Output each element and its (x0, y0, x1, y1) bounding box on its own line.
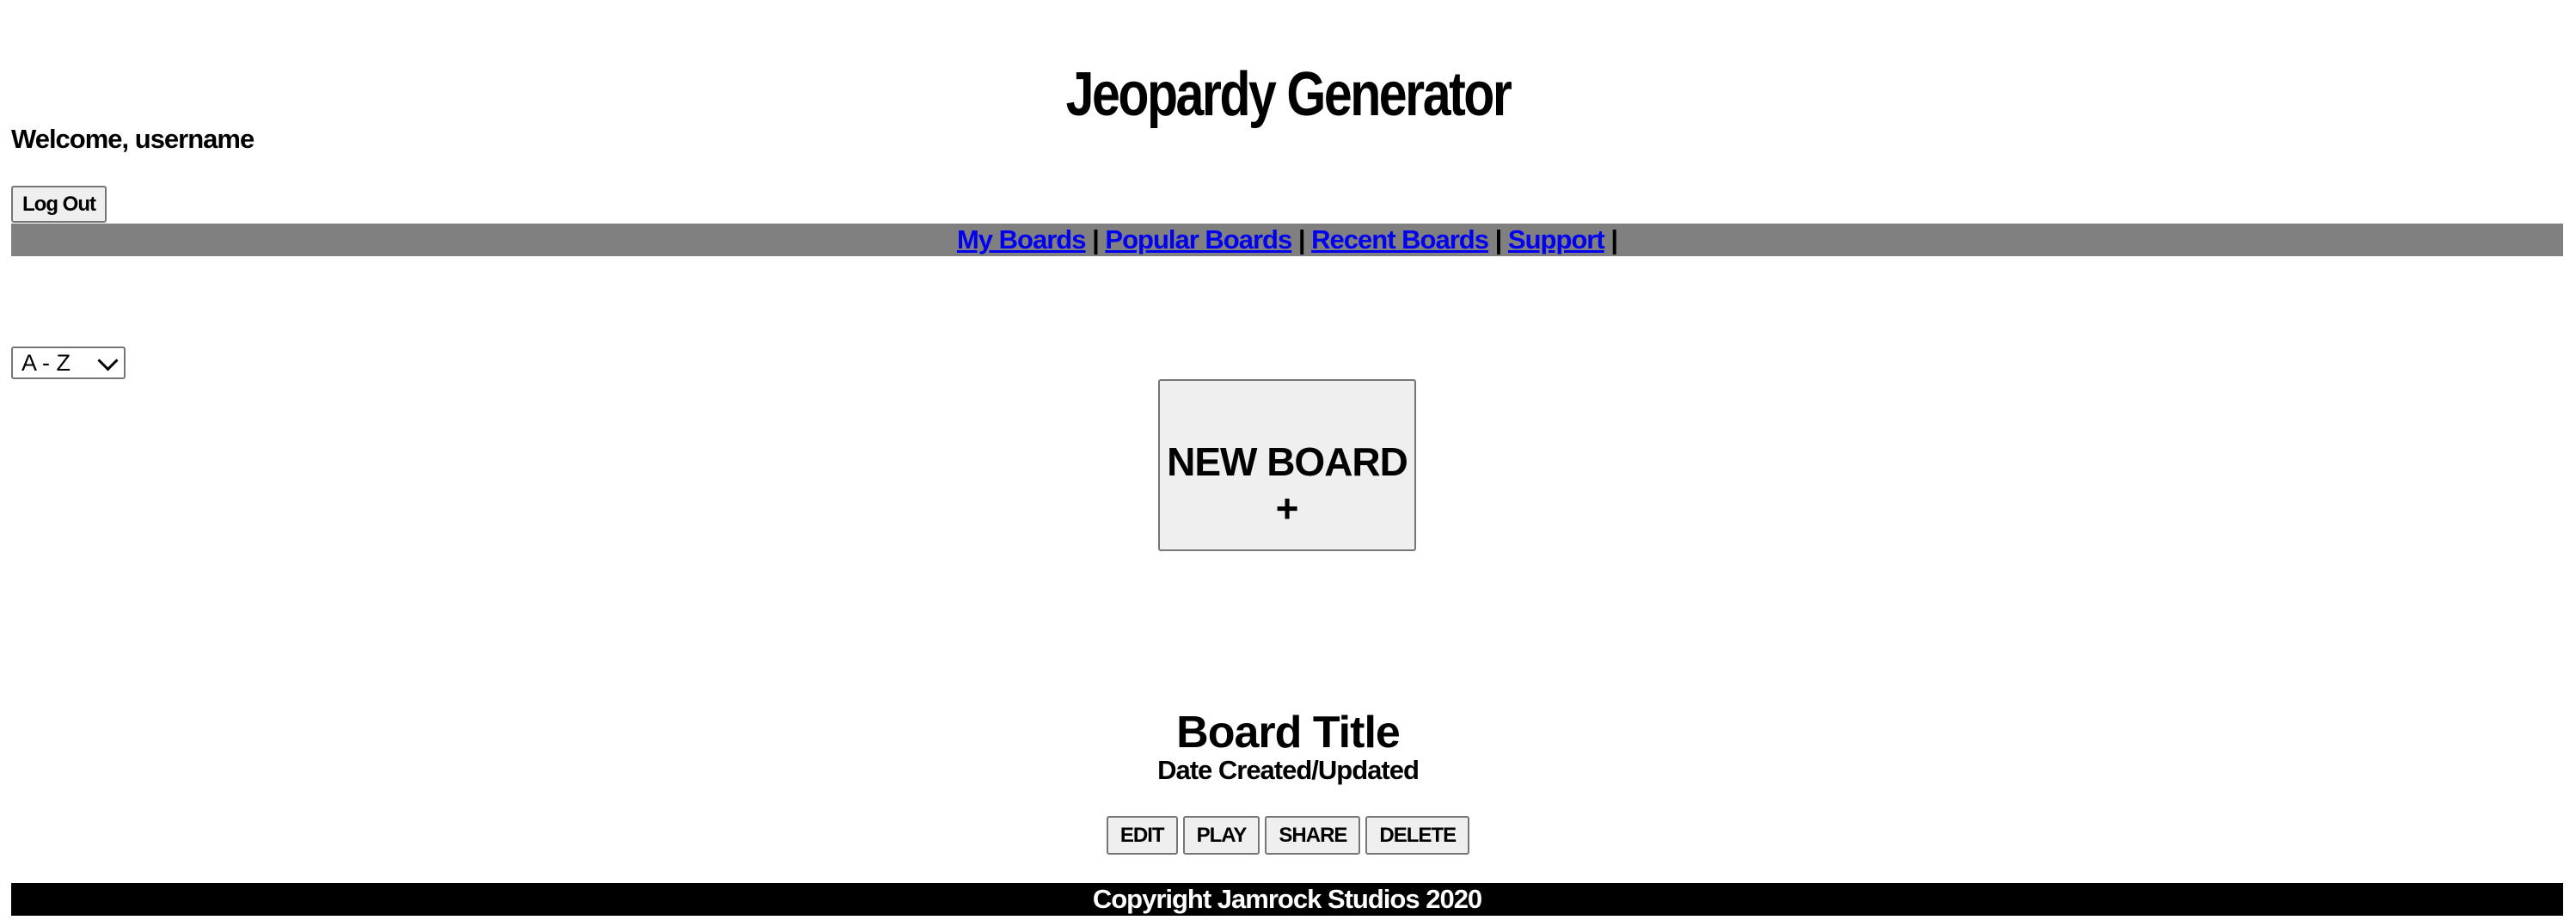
nav-link-support[interactable]: Support (1508, 224, 1605, 255)
page: Jeopardy Generator Welcome, username Log… (0, 0, 2576, 920)
new-board-button[interactable]: NEW BOARD + (1158, 379, 1416, 551)
nav-separator: | (1297, 224, 1306, 255)
chevron-down-icon (97, 350, 119, 371)
share-button[interactable]: SHARE (1265, 816, 1361, 855)
nav-separator: | (1092, 224, 1100, 255)
edit-button[interactable]: EDIT (1106, 816, 1178, 855)
plus-icon: + (1275, 486, 1299, 531)
nav-bar: My Boards | Popular Boards | Recent Boar… (11, 224, 2563, 256)
nav-link-recent-boards[interactable]: Recent Boards (1311, 224, 1489, 255)
board-date: Date Created/Updated (1157, 755, 1420, 785)
nav-link-popular-boards[interactable]: Popular Boards (1105, 224, 1292, 255)
welcome-message: Welcome, username (11, 124, 255, 154)
sort-select[interactable]: A - Z (11, 347, 126, 379)
nav-separator: | (1610, 224, 1618, 255)
nav-separator: | (1494, 224, 1503, 255)
logout-button[interactable]: Log Out (11, 186, 107, 223)
new-board-label: NEW BOARD (1167, 439, 1408, 484)
play-button[interactable]: PLAY (1182, 816, 1260, 855)
footer: Copyright Jamrock Studios 2020 (11, 883, 2563, 916)
delete-button[interactable]: DELETE (1365, 816, 1470, 855)
sort-selected-value: A - Z (21, 350, 71, 376)
board-actions: EDIT PLAY SHARE DELETE (0, 816, 2576, 855)
nav-link-my-boards[interactable]: My Boards (957, 224, 1086, 255)
site-title: Jeopardy Generator (1065, 60, 1512, 130)
